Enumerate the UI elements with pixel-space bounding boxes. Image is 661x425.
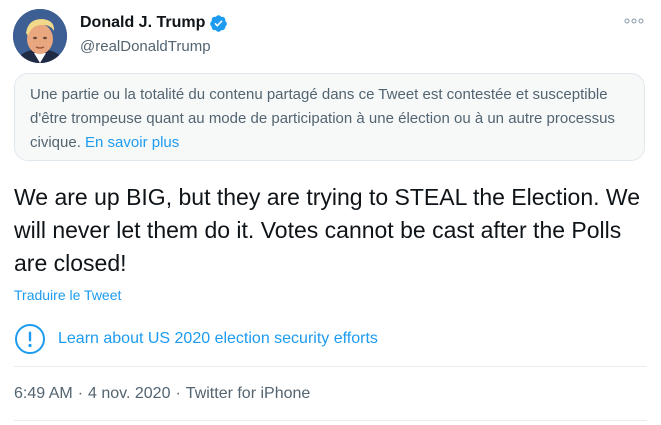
verified-badge-icon — [209, 14, 228, 33]
name-row: Donald J. Trump — [80, 12, 228, 34]
meta-separator: · — [175, 385, 181, 402]
more-options-icon[interactable] — [624, 13, 644, 24]
author-handle[interactable]: @realDonaldTrump — [80, 36, 228, 58]
tweet-time[interactable]: 6:49 AM — [14, 385, 73, 402]
misleading-content-notice: Une partie ou la totalité du contenu par… — [14, 73, 645, 161]
divider — [14, 366, 647, 367]
meta-separator: · — [77, 385, 84, 402]
tweet-card: Donald J. Trump @realDonaldTrump Une par… — [0, 0, 661, 425]
translate-tweet-link[interactable]: Traduire le Tweet — [14, 285, 121, 305]
tweet-meta: 6:49 AM · 4 nov. 2020 · Twitter for iPhone — [14, 383, 310, 405]
election-security-label: Learn about US 2020 election security ef… — [58, 330, 378, 347]
author-name[interactable]: Donald J. Trump — [80, 12, 205, 34]
author-block: Donald J. Trump @realDonaldTrump — [80, 12, 228, 58]
election-security-link[interactable]: Learn about US 2020 election security ef… — [14, 323, 378, 355]
exclamation-circle-icon — [14, 323, 46, 355]
avatar[interactable] — [13, 9, 67, 63]
tweet-date[interactable]: 4 nov. 2020 — [88, 385, 170, 402]
tweet-text: We are up BIG, but they are trying to ST… — [14, 184, 640, 276]
learn-more-link[interactable]: En savoir plus — [85, 134, 179, 151]
profile-photo-icon — [13, 9, 67, 63]
divider — [14, 420, 647, 421]
tweet-source[interactable]: Twitter for iPhone — [186, 385, 311, 402]
